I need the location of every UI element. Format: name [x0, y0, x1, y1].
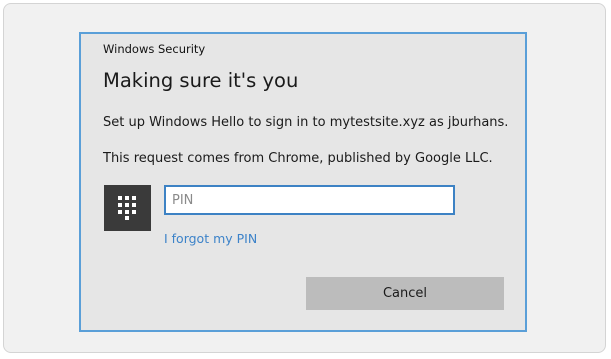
dialog-window-title: Windows Security	[103, 42, 206, 56]
pin-input[interactable]	[164, 185, 455, 215]
windows-security-dialog: Windows Security Making sure it's you Se…	[79, 32, 527, 332]
cancel-button[interactable]: Cancel	[306, 277, 504, 310]
forgot-pin-link[interactable]: I forgot my PIN	[164, 231, 257, 246]
dialog-heading: Making sure it's you	[103, 69, 299, 92]
sign-in-message: Set up Windows Hello to sign in to mytes…	[103, 115, 509, 130]
pin-icon-tile	[104, 185, 151, 231]
request-origin-message: This request comes from Chrome, publishe…	[103, 151, 493, 166]
keypad-icon	[118, 196, 137, 220]
